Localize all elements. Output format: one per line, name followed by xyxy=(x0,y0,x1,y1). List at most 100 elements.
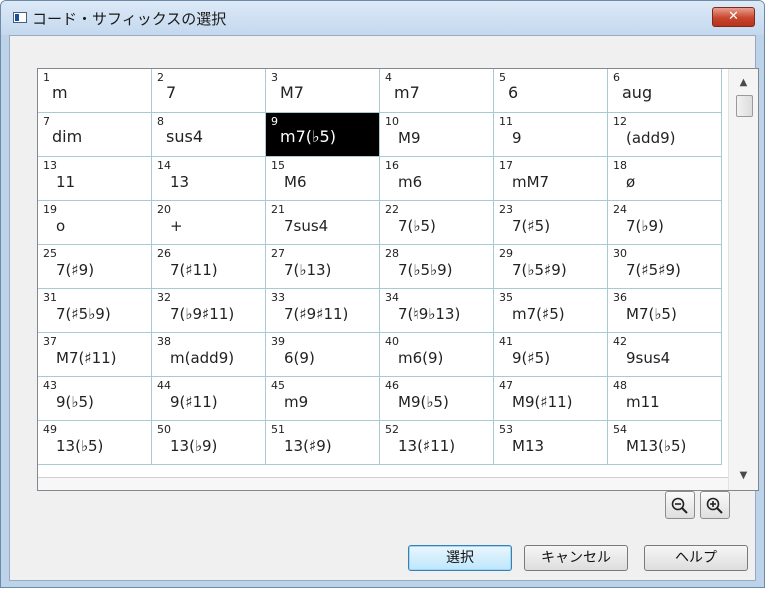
suffix-symbol: M9(♯11) xyxy=(512,393,573,411)
vertical-scrollbar[interactable]: ▲ ▼ xyxy=(728,69,758,490)
suffix-symbol: m6(9) xyxy=(398,349,444,367)
suffix-cell[interactable]: 9 m7(♭5) xyxy=(266,113,380,157)
suffix-number: 13 xyxy=(43,159,57,172)
suffix-symbol: dim xyxy=(52,127,83,146)
help-button[interactable]: ヘルプ xyxy=(644,545,748,571)
suffix-cell[interactable]: 54 M13(♭5) xyxy=(608,421,722,465)
cancel-button[interactable]: キャンセル xyxy=(524,545,628,571)
suffix-number: 46 xyxy=(385,379,399,392)
select-button[interactable]: 選択 xyxy=(408,545,512,571)
suffix-symbol: 7(♭13) xyxy=(284,261,332,279)
suffix-cell[interactable]: 19 o xyxy=(38,201,152,245)
suffix-cell[interactable]: 31 7(♯5♭9) xyxy=(38,289,152,333)
suffix-cell[interactable]: 21 7sus4 xyxy=(266,201,380,245)
suffix-number: 41 xyxy=(499,335,513,348)
suffix-cell[interactable]: 37 M7(♯11) xyxy=(38,333,152,377)
suffix-cell[interactable]: 34 7(♮9♭13) xyxy=(380,289,494,333)
suffix-number: 53 xyxy=(499,423,513,436)
suffix-number: 54 xyxy=(613,423,627,436)
suffix-symbol: m9 xyxy=(284,393,309,411)
suffix-cell[interactable]: 48 m11 xyxy=(608,377,722,421)
suffix-symbol: m7(♭5) xyxy=(280,127,336,146)
suffix-cell[interactable]: 52 13(♯11) xyxy=(380,421,494,465)
suffix-symbol: 13(♯11) xyxy=(398,437,456,455)
suffix-cell[interactable]: 26 7(♯11) xyxy=(152,245,266,289)
scroll-up-arrow-icon[interactable]: ▲ xyxy=(729,73,758,93)
suffix-cell[interactable]: 32 7(♭9♯11) xyxy=(152,289,266,333)
suffix-cell[interactable]: 12 (add9) xyxy=(608,113,722,157)
suffix-cell[interactable]: 49 13(♭5) xyxy=(38,421,152,465)
suffix-cell[interactable]: 39 6(9) xyxy=(266,333,380,377)
suffix-number: 2 xyxy=(157,71,164,84)
suffix-symbol: 7 xyxy=(166,83,177,102)
suffix-symbol: 7(♯11) xyxy=(170,261,218,279)
suffix-cell[interactable]: 6 aug xyxy=(608,69,722,113)
close-button[interactable]: ✕ xyxy=(712,7,755,27)
scroll-thumb[interactable] xyxy=(736,95,753,117)
suffix-cell[interactable]: 43 9(♭5) xyxy=(38,377,152,421)
suffix-cell[interactable]: 22 7(♭5) xyxy=(380,201,494,245)
suffix-cell[interactable]: 50 13(♭9) xyxy=(152,421,266,465)
suffix-symbol: 7sus4 xyxy=(284,217,329,235)
suffix-cell[interactable]: 16 m6 xyxy=(380,157,494,201)
suffix-cell[interactable]: 11 9 xyxy=(494,113,608,157)
suffix-cell[interactable]: 3 M7 xyxy=(266,69,380,113)
suffix-cell[interactable]: 24 7(♭9) xyxy=(608,201,722,245)
suffix-cell[interactable]: 40 m6(9) xyxy=(380,333,494,377)
suffix-cell[interactable]: 15 M6 xyxy=(266,157,380,201)
suffix-cell[interactable]: 20 + xyxy=(152,201,266,245)
scroll-down-arrow-icon[interactable]: ▼ xyxy=(729,466,758,486)
suffix-grid: 1 m 2 7 3 M7 4 m7 5 6 6 aug 7 dim 8 sus4 9 m7(♭5) 10 M9 11 9 1… xyxy=(38,69,722,465)
suffix-cell[interactable]: 7 dim xyxy=(38,113,152,157)
suffix-cell[interactable]: 30 7(♯5♯9) xyxy=(608,245,722,289)
suffix-cell[interactable]: 35 m7(♯5) xyxy=(494,289,608,333)
suffix-cell[interactable]: 28 7(♭5♭9) xyxy=(380,245,494,289)
suffix-cell[interactable]: 51 13(♯9) xyxy=(266,421,380,465)
suffix-cell[interactable]: 44 9(♯11) xyxy=(152,377,266,421)
suffix-cell[interactable]: 13 11 xyxy=(38,157,152,201)
suffix-number: 30 xyxy=(613,247,627,260)
suffix-cell[interactable]: 1m xyxy=(38,69,152,113)
suffix-cell[interactable]: 14 13 xyxy=(152,157,266,201)
suffix-symbol: 7(♯5♯9) xyxy=(626,261,681,279)
suffix-number: 40 xyxy=(385,335,399,348)
suffix-cell[interactable]: 18 ø xyxy=(608,157,722,201)
suffix-cell[interactable]: 45 m9 xyxy=(266,377,380,421)
suffix-cell[interactable]: 36 M7(♭5) xyxy=(608,289,722,333)
suffix-number: 37 xyxy=(43,335,57,348)
zoom-out-button[interactable] xyxy=(665,491,695,519)
suffix-number: 14 xyxy=(157,159,171,172)
suffix-symbol: 6(9) xyxy=(284,349,315,367)
suffix-cell[interactable]: 17 mM7 xyxy=(494,157,608,201)
dialog-body: 1 m 2 7 3 M7 4 m7 5 6 6 aug 7 dim 8 sus4 9 m7(♭5) 10 M9 11 9 1… xyxy=(9,35,759,581)
suffix-cell[interactable]: 33 7(♯9♯11) xyxy=(266,289,380,333)
suffix-cell[interactable]: 4 m7 xyxy=(380,69,494,113)
grid-bottom-edge xyxy=(38,477,728,490)
suffix-number: 27 xyxy=(271,247,285,260)
suffix-symbol: M13 xyxy=(512,437,545,455)
suffix-cell[interactable]: 29 7(♭5♯9) xyxy=(494,245,608,289)
suffix-number: 48 xyxy=(613,379,627,392)
suffix-cell[interactable]: 42 9sus4 xyxy=(608,333,722,377)
zoom-in-button[interactable] xyxy=(700,491,730,519)
suffix-cell[interactable]: 25 7(♯9) xyxy=(38,245,152,289)
suffix-number: 21 xyxy=(271,203,285,216)
suffix-cell[interactable]: 56 xyxy=(494,69,608,113)
suffix-cell[interactable]: 8 sus4 xyxy=(152,113,266,157)
suffix-cell[interactable]: 41 9(♯5) xyxy=(494,333,608,377)
suffix-cell[interactable]: 23 7(♯5) xyxy=(494,201,608,245)
suffix-cell[interactable]: 27 xyxy=(152,69,266,113)
suffix-cell[interactable]: 53 M13 xyxy=(494,421,608,465)
suffix-symbol: 7(♭9) xyxy=(626,217,664,235)
suffix-number: 45 xyxy=(271,379,285,392)
suffix-number: 34 xyxy=(385,291,399,304)
title-bar[interactable]: コード・サフィックスの選択 ✕ xyxy=(1,1,764,35)
suffix-symbol: mM7 xyxy=(512,173,550,191)
suffix-cell[interactable]: 27 7(♭13) xyxy=(266,245,380,289)
suffix-cell[interactable]: 46 M9(♭5) xyxy=(380,377,494,421)
suffix-symbol: o xyxy=(56,217,66,235)
suffix-cell[interactable]: 10 M9 xyxy=(380,113,494,157)
suffix-symbol: 13 xyxy=(170,173,190,191)
suffix-cell[interactable]: 47 M9(♯11) xyxy=(494,377,608,421)
suffix-cell[interactable]: 38 m(add9) xyxy=(152,333,266,377)
